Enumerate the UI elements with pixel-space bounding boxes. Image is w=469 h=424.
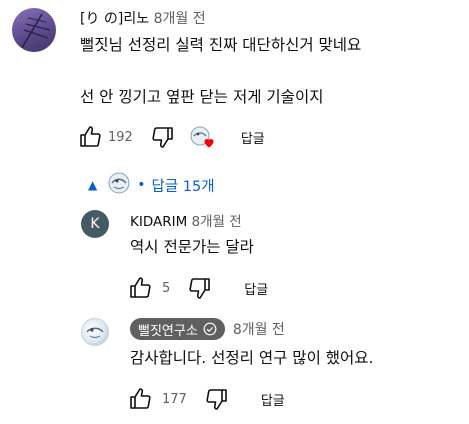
like-count: 192 <box>108 129 133 145</box>
reply1-like-button[interactable] <box>128 276 152 300</box>
collapse-arrow-icon: ▲ <box>88 178 98 192</box>
like-button[interactable] <box>78 125 102 149</box>
replies-count-label: 답글 15개 <box>151 178 215 195</box>
reply1-text: 역시 전문가는 달라 <box>130 238 254 256</box>
thumbs-down-icon <box>206 389 227 410</box>
reply1-avatar[interactable]: K <box>81 210 109 238</box>
reply2-avatar[interactable] <box>81 318 109 346</box>
dot-separator: • <box>137 177 146 193</box>
creator-heart <box>189 125 219 149</box>
heart-icon <box>204 139 214 148</box>
reply1-time[interactable]: 8개월 전 <box>192 214 242 230</box>
reply2-author: 뻘짓연구소 <box>138 323 198 339</box>
reply1-avatar-letter: K <box>90 216 100 232</box>
commenter-avatar[interactable] <box>12 8 56 52</box>
reply2-like-count: 177 <box>162 391 187 407</box>
comment-text-line1: 뻘짓님 선정리 실력 진짜 대단하신거 맞네요 <box>80 36 362 54</box>
reply1-meta: KIDARIM 8개월 전 <box>130 210 242 230</box>
thumbs-down-icon <box>189 278 211 299</box>
replies-toggle[interactable]: ▲ • 답글 15개 <box>88 171 215 199</box>
dislike-button[interactable] <box>151 125 175 149</box>
comment-text-line2: 선 안 낑기고 옆판 닫는 저게 기술이지 <box>80 88 324 106</box>
reply1-author[interactable]: KIDARIM <box>130 214 187 230</box>
reply1-dislike-button[interactable] <box>188 276 212 300</box>
reply2-dislike-button[interactable] <box>205 387 229 411</box>
comment-action-bar: 192 답글 <box>78 125 265 149</box>
reply-button[interactable]: 답글 <box>241 128 265 147</box>
creator-avatar-icon <box>86 327 104 338</box>
thumbs-up-icon <box>130 388 151 409</box>
verified-check-icon <box>203 322 217 336</box>
reply1-like-count: 5 <box>162 280 171 296</box>
reply1-reply-button[interactable]: 답글 <box>244 279 268 298</box>
comment-author[interactable]: [り の]리노 <box>80 11 149 27</box>
comment-meta: [り の]리노 8개월 전 <box>80 8 206 28</box>
thumbs-up-icon <box>80 126 101 147</box>
reply2-action-bar: 177 답글 <box>128 387 285 411</box>
reply2-reply-button[interactable]: 답글 <box>261 390 285 409</box>
reply2-like-button[interactable] <box>128 387 152 411</box>
thumbs-down-icon <box>152 127 173 148</box>
comment-time[interactable]: 8개월 전 <box>154 11 206 27</box>
reply2-time[interactable]: 8개월 전 <box>233 319 285 339</box>
reply2-meta: 뻘짓연구소 8개월 전 <box>130 318 285 340</box>
creator-badge[interactable]: 뻘짓연구소 <box>130 318 225 340</box>
antenna-image <box>21 13 51 49</box>
reply1-action-bar: 5 답글 <box>128 276 268 300</box>
reply2-text: 감사합니다. 선정리 연구 많이 했어요. <box>130 349 374 367</box>
creator-avatar-icon <box>108 172 130 194</box>
creator-avatar-small <box>107 171 131 199</box>
thumbs-up-icon <box>130 277 151 298</box>
